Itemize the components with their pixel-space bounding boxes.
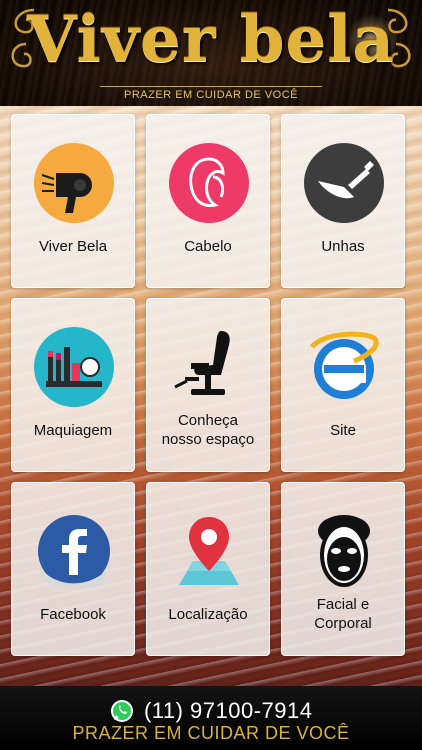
header-tagline: PRAZER EM CUIDAR DE VOCÊ bbox=[124, 89, 298, 101]
menu-tile-label-line2: nosso espaço bbox=[161, 431, 255, 448]
map-pin-icon bbox=[179, 517, 239, 585]
menu-tile-facebook[interactable]: Facebook bbox=[11, 482, 135, 656]
menu-tile-label: Conheça nosso espaço bbox=[147, 411, 269, 449]
menu-tile-maquiagem[interactable]: Maquiagem bbox=[11, 298, 135, 472]
app-header: Viver bela PRAZER EM CUIDAR DE VOCÊ bbox=[0, 0, 422, 106]
menu-tile-label: Unhas bbox=[321, 238, 365, 255]
nail-polish-icon bbox=[304, 143, 384, 223]
menu-tile-localizacao[interactable]: Localização bbox=[146, 482, 270, 656]
internet-explorer-icon bbox=[310, 331, 379, 399]
contact-row[interactable]: (11) 97100-7914 bbox=[0, 698, 422, 724]
menu-tile-label: Facebook bbox=[40, 606, 106, 623]
menu-tile-site[interactable]: Site bbox=[281, 298, 405, 472]
menu-grid: Viver Bela Cabelo Unhas Maquiagem Conheç… bbox=[0, 106, 422, 686]
menu-tile-label: Site bbox=[330, 422, 356, 439]
menu-tile-viver-bela[interactable]: Viver Bela bbox=[11, 114, 135, 288]
facebook-icon bbox=[38, 515, 110, 589]
whatsapp-icon bbox=[110, 700, 133, 722]
tagline-divider bbox=[100, 86, 322, 87]
phone-number[interactable]: (11) 97100-7914 bbox=[144, 698, 313, 724]
salon-chair-icon bbox=[174, 331, 230, 395]
menu-tile-cabelo[interactable]: Cabelo bbox=[146, 114, 270, 288]
menu-tile-label: Localização bbox=[168, 606, 248, 623]
menu-tile-label-line1: Conheça bbox=[177, 412, 239, 429]
makeup-icon bbox=[34, 327, 114, 407]
menu-tile-conheca[interactable]: Conheça nosso espaço bbox=[146, 298, 270, 472]
app-footer: (11) 97100-7914 PRAZER EM CUIDAR DE VOCÊ bbox=[0, 686, 422, 750]
menu-tile-label-line1: Facial e bbox=[316, 596, 370, 613]
menu-tile-label: Facial e Corporal bbox=[282, 595, 404, 633]
menu-tile-facial-corporal[interactable]: Facial e Corporal bbox=[281, 482, 405, 656]
woman-hair-icon bbox=[169, 143, 249, 223]
hair-dryer-icon bbox=[34, 143, 114, 223]
brand-logo-text: Viver bela bbox=[27, 2, 395, 77]
menu-tile-label: Maquiagem bbox=[33, 422, 113, 439]
face-mask-icon bbox=[318, 515, 370, 587]
menu-tile-unhas[interactable]: Unhas bbox=[281, 114, 405, 288]
menu-tile-label: Cabelo bbox=[184, 238, 232, 255]
footer-tagline: PRAZER EM CUIDAR DE VOCÊ bbox=[72, 723, 350, 743]
menu-tile-label: Viver Bela bbox=[38, 238, 108, 255]
menu-tile-label-line2: Corporal bbox=[314, 615, 372, 632]
